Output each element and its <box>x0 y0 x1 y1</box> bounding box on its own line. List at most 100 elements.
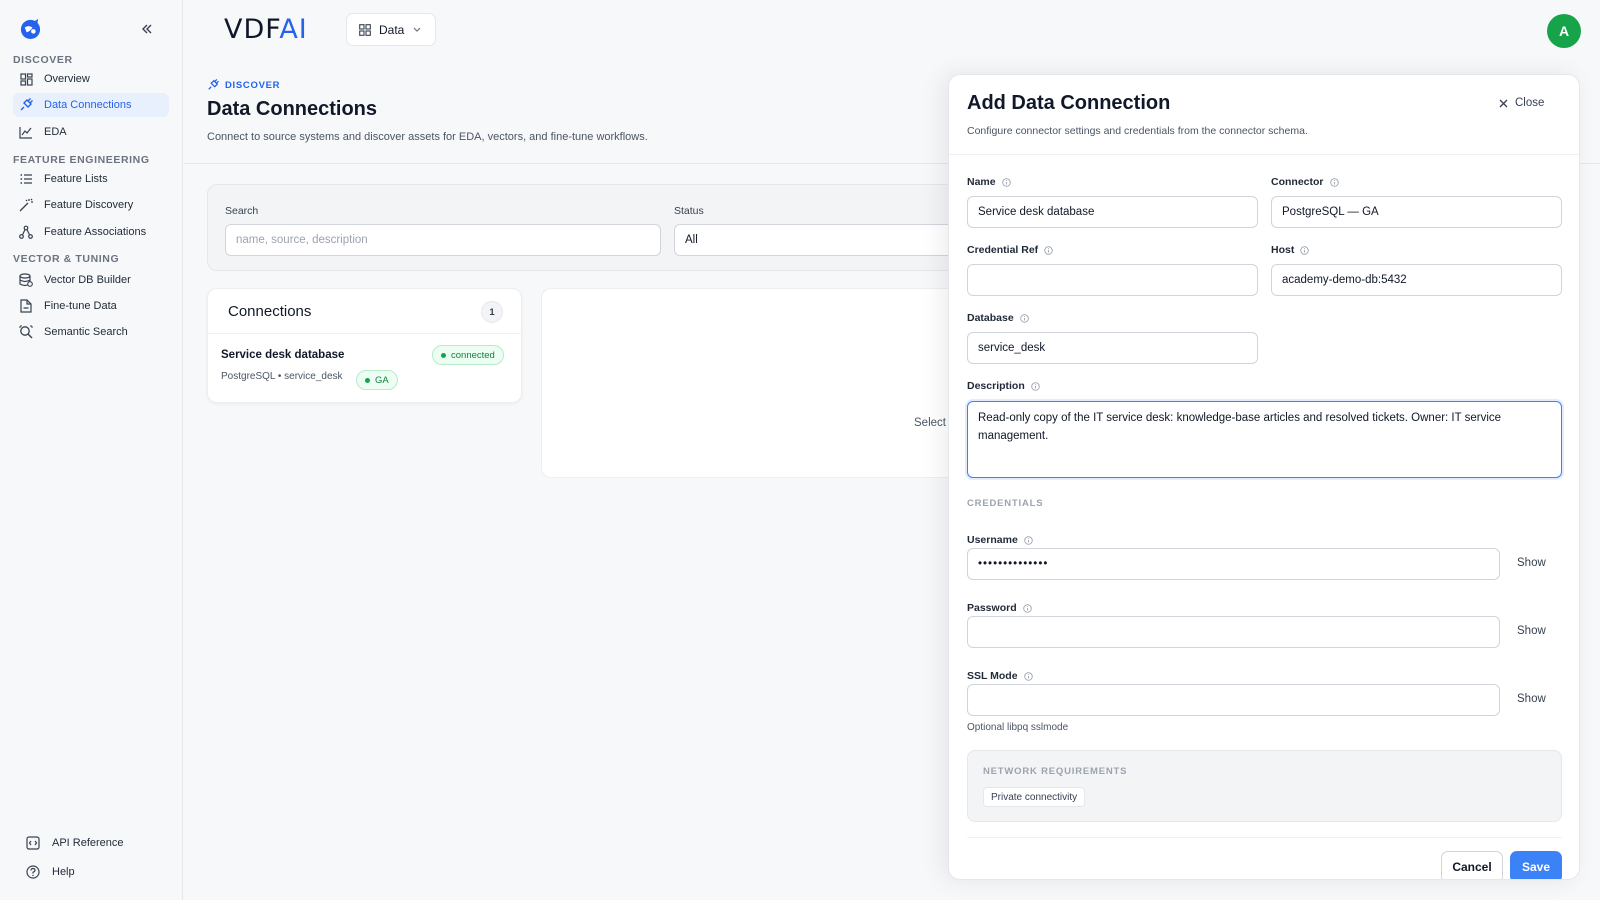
network-requirements-panel: NETWORK REQUIREMENTS Private connectivit… <box>967 750 1562 822</box>
connector-select[interactable] <box>1271 196 1562 228</box>
sidebar-item-data-connections[interactable]: Data Connections <box>13 93 169 117</box>
chevron-down-icon <box>413 27 421 33</box>
host-field[interactable] <box>1271 264 1562 296</box>
wand-icon <box>19 198 33 212</box>
description-textarea[interactable]: Read-only copy of the IT service desk: k… <box>967 401 1562 478</box>
sidebar-footer-label: API Reference <box>52 837 124 849</box>
connections-title: Connections <box>228 303 312 320</box>
sidebar-footer-api-reference[interactable]: API Reference <box>26 836 124 850</box>
field-label: Password <box>967 602 1017 614</box>
credential-ref-field[interactable] <box>967 264 1258 296</box>
help-icon <box>26 865 40 879</box>
connections-list: Connections 1 Service desk database conn… <box>207 288 522 403</box>
password-field[interactable] <box>967 616 1500 648</box>
sidebar-item-label: Data Connections <box>44 99 132 111</box>
network-icon <box>19 225 33 239</box>
field-label: SSL Mode <box>967 670 1018 682</box>
database-icon <box>19 273 33 287</box>
name-field[interactable] <box>967 196 1258 228</box>
search-input[interactable] <box>225 224 661 256</box>
ssl-mode-field[interactable] <box>967 684 1500 716</box>
cancel-button[interactable]: Cancel <box>1441 851 1503 879</box>
info-icon[interactable] <box>1001 177 1011 187</box>
workspace-switcher-button[interactable]: Data <box>346 13 436 46</box>
close-label: Close <box>1515 97 1545 109</box>
sidebar-item-label: Feature Associations <box>44 226 147 238</box>
info-icon[interactable] <box>1329 177 1339 187</box>
name-label: Name <box>967 176 1011 188</box>
password-label: Password <box>967 602 1032 614</box>
sidebar-item-overview[interactable]: Overview <box>13 67 169 91</box>
info-icon[interactable] <box>1024 535 1033 545</box>
plug-icon <box>207 79 219 91</box>
sidebar-item-feature-lists[interactable]: Feature Lists <box>13 167 169 191</box>
sidebar-item-feature-associations[interactable]: Feature Associations <box>13 220 169 244</box>
close-button[interactable]: Close <box>1499 97 1544 109</box>
brand-logo[interactable]: VDFAI <box>224 14 308 45</box>
sidebar-item-label: Overview <box>44 73 90 85</box>
filters-panel: Search Status <box>207 184 988 271</box>
password-show-button[interactable]: Show <box>1517 625 1546 637</box>
brand-accent: AI <box>279 14 308 45</box>
info-icon[interactable] <box>1044 245 1053 255</box>
field-label: Host <box>1271 244 1295 256</box>
overview-icon <box>19 72 33 86</box>
status-dot-icon <box>441 352 446 358</box>
connector-label: Connector <box>1271 176 1339 188</box>
ssl-mode-show-button[interactable]: Show <box>1517 693 1546 705</box>
list-icon <box>19 172 33 186</box>
field-label: Connector <box>1271 176 1324 188</box>
info-icon[interactable] <box>1023 671 1033 681</box>
add-connection-drawer: Add Data Connection Configure connector … <box>948 74 1580 880</box>
sidebar-item-label: Semantic Search <box>44 326 128 338</box>
tier-badge-label: GA <box>375 374 389 386</box>
sidebar-item-fine-tune-data[interactable]: Fine-tune Data <box>13 294 169 318</box>
sidebar-item-feature-discovery[interactable]: Feature Discovery <box>13 193 169 217</box>
info-icon[interactable] <box>1019 313 1029 323</box>
grid-icon <box>359 23 371 36</box>
close-icon <box>1499 99 1508 108</box>
sidebar-item-label: Vector DB Builder <box>44 274 131 286</box>
ssl-mode-hint: Optional libpq sslmode <box>967 722 1069 733</box>
chart-icon <box>19 125 33 139</box>
username-show-button[interactable]: Show <box>1517 557 1546 569</box>
api-icon <box>26 836 40 850</box>
username-field[interactable] <box>967 548 1500 580</box>
info-icon[interactable] <box>1022 603 1032 613</box>
drawer-subtitle: Configure connector settings and credent… <box>967 125 1308 137</box>
divider <box>208 333 521 334</box>
sidebar-item-vector-db-builder[interactable]: Vector DB Builder <box>13 268 169 292</box>
status-badge: connected <box>432 345 504 365</box>
collapse-sidebar-icon[interactable] <box>139 21 155 37</box>
field-label: Credential Ref <box>967 244 1039 256</box>
section-label-feature-engineering: FEATURE ENGINEERING <box>13 154 150 166</box>
save-button[interactable]: Save <box>1510 851 1562 879</box>
sidebar-item-label: EDA <box>44 126 67 138</box>
divider <box>967 837 1562 838</box>
field-label: Description <box>967 380 1025 392</box>
drawer-title: Add Data Connection <box>967 92 1171 114</box>
tier-dot-icon <box>365 377 370 383</box>
section-label-discover: DISCOVER <box>13 54 73 66</box>
database-field[interactable] <box>967 332 1258 364</box>
connections-count-badge: 1 <box>481 301 503 323</box>
sidebar-footer-label: Help <box>52 866 75 878</box>
plug-icon <box>19 98 33 112</box>
status-select[interactable] <box>674 224 988 256</box>
breadcrumb-label: DISCOVER <box>225 79 281 91</box>
sidebar-item-eda[interactable]: EDA <box>13 120 169 144</box>
sidebar-item-label: Fine-tune Data <box>44 300 117 312</box>
info-icon[interactable] <box>1031 381 1040 391</box>
info-icon[interactable] <box>1300 245 1310 255</box>
page-title: Data Connections <box>207 98 378 120</box>
sidebar-item-label: Feature Discovery <box>44 199 134 211</box>
connection-name: Service desk database <box>221 349 345 361</box>
app-logo-icon[interactable] <box>19 17 42 40</box>
sidebar-item-semantic-search[interactable]: Semantic Search <box>13 320 169 344</box>
file-icon <box>19 299 33 313</box>
username-label: Username <box>967 534 1033 546</box>
status-label: Status <box>674 205 704 217</box>
detail-empty-hint: Select <box>914 417 946 429</box>
user-avatar[interactable]: A <box>1547 14 1581 48</box>
sidebar-footer-help[interactable]: Help <box>26 865 75 879</box>
